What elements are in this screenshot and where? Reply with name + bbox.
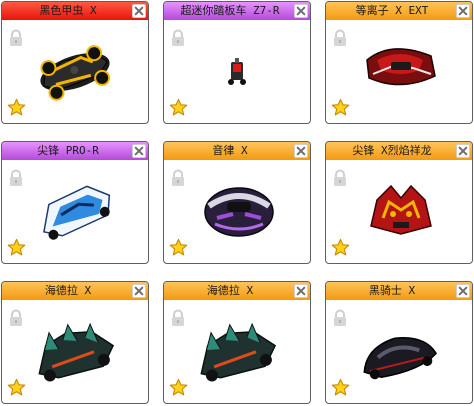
close-icon[interactable] xyxy=(456,144,470,158)
kart-name: 音律 X xyxy=(212,144,248,157)
card-header: 尖锋 X烈焰祥龙 xyxy=(326,142,472,160)
kart-name: 海德拉 X xyxy=(206,284,254,297)
kart-card[interactable]: 黑色甲虫 X xyxy=(1,1,149,124)
kart-card[interactable]: 尖锋 X烈焰祥龙 xyxy=(325,141,473,264)
star-icon xyxy=(169,98,188,117)
close-icon[interactable] xyxy=(456,284,470,298)
star-icon xyxy=(169,378,188,397)
card-header: 黑骑士 X xyxy=(326,282,472,300)
star-icon xyxy=(331,98,350,117)
close-icon[interactable] xyxy=(456,4,470,18)
star-icon xyxy=(331,378,350,397)
star-icon xyxy=(7,378,26,397)
kart-card[interactable]: 黑骑士 X xyxy=(325,281,473,404)
kart-name: 黑骑士 X xyxy=(368,284,416,297)
card-header: 海德拉 X xyxy=(2,282,148,300)
close-icon[interactable] xyxy=(294,4,308,18)
kart-name: 海德拉 X xyxy=(44,284,92,297)
card-header: 超迷你踏板车 Z7-R xyxy=(164,2,310,20)
kart-card[interactable]: 音律 X xyxy=(163,141,311,264)
kart-name: 超迷你踏板车 Z7-R xyxy=(180,4,280,17)
star-icon xyxy=(7,238,26,257)
kart-name: 黑色甲虫 X xyxy=(39,4,97,17)
kart-card[interactable]: 等离子 X EXT xyxy=(325,1,473,124)
close-icon[interactable] xyxy=(294,144,308,158)
close-icon[interactable] xyxy=(132,284,146,298)
card-header: 等离子 X EXT xyxy=(326,2,472,20)
star-icon xyxy=(169,238,188,257)
kart-name: 等离子 X EXT xyxy=(355,4,429,17)
kart-name: 尖锋 X烈焰祥龙 xyxy=(352,144,432,157)
kart-card[interactable]: 尖锋 PRO-R xyxy=(1,141,149,264)
card-header: 海德拉 X xyxy=(164,282,310,300)
kart-card[interactable]: 海德拉 X xyxy=(1,281,149,404)
kart-name: 尖锋 PRO-R xyxy=(37,144,99,157)
kart-card[interactable]: 超迷你踏板车 Z7-R xyxy=(163,1,311,124)
card-header: 尖锋 PRO-R xyxy=(2,142,148,160)
star-icon xyxy=(7,98,26,117)
close-icon[interactable] xyxy=(132,144,146,158)
kart-card[interactable]: 海德拉 X xyxy=(163,281,311,404)
star-icon xyxy=(331,238,350,257)
close-icon[interactable] xyxy=(294,284,308,298)
card-header: 黑色甲虫 X xyxy=(2,2,148,20)
close-icon[interactable] xyxy=(132,4,146,18)
card-header: 音律 X xyxy=(164,142,310,160)
